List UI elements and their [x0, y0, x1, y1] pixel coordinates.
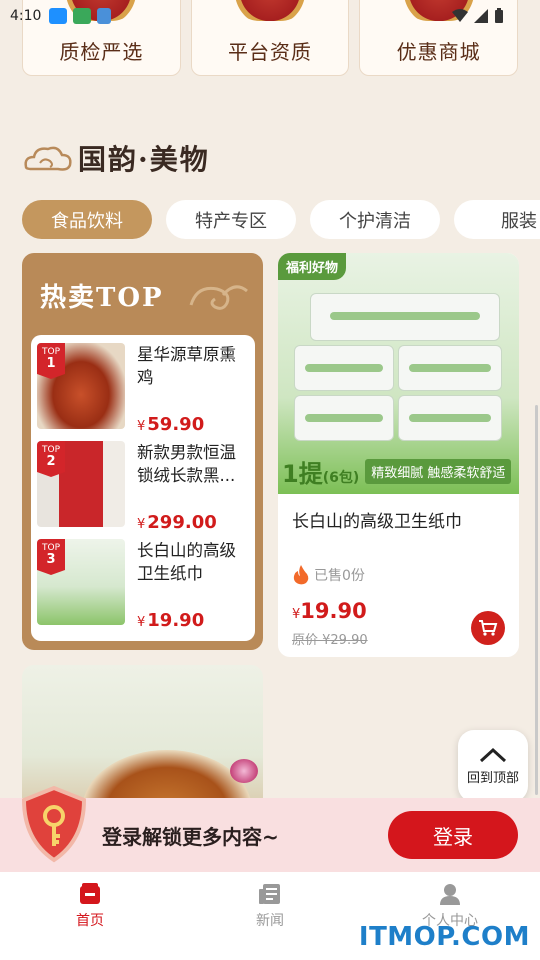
back-to-top-label: 回到顶部 [466, 770, 519, 786]
login-banner: 登录解锁更多内容~ 登录 [0, 785, 540, 872]
news-icon [259, 884, 280, 904]
battery-icon [495, 8, 503, 23]
hot-item-price: ¥299.00 [137, 512, 249, 533]
price-value: 19.90 [300, 599, 367, 623]
nav-label: 新闻 [256, 913, 284, 929]
feature-label: 平台资质 [228, 40, 312, 64]
rank-badge: TOP 2 [37, 441, 65, 477]
shield-key-icon [21, 785, 87, 863]
home-icon [80, 883, 100, 904]
hot-item-info: 长白山的高级卫生纸巾 ¥19.90 [125, 539, 255, 635]
sold-count: 已售0份 [292, 565, 365, 585]
section-header: 国韵·美物 [22, 138, 210, 178]
product-thumbnail: TOP 2 [37, 441, 125, 527]
currency-symbol: ¥ [137, 419, 146, 434]
tab-food-drinks[interactable]: 食品饮料 [22, 200, 152, 239]
hot-item[interactable]: TOP 3 长白山的高级卫生纸巾 ¥19.90 [31, 537, 255, 635]
price-value: 299.00 [147, 512, 217, 533]
signal-icon [474, 9, 488, 23]
price-value: 59.90 [147, 414, 205, 435]
currency-symbol: ¥ [137, 517, 146, 532]
product-card[interactable]: 福利好物 1提(6包) 精致细腻 触感柔软舒适 长白山的高级卫生纸巾 已售0份 … [278, 253, 519, 657]
user-icon [440, 884, 460, 905]
app-notification-icon [73, 8, 92, 24]
hot-item-name: 新款男款恒温锁绒长款黑... [137, 443, 236, 485]
login-prompt: 登录解锁更多内容~ [102, 824, 279, 849]
scrollbar[interactable] [535, 405, 538, 795]
product-banner: 1提(6包) 精致细腻 触感柔软舒适 [278, 448, 519, 494]
fire-icon [293, 565, 309, 585]
chevron-up-icon [479, 747, 507, 762]
hot-item-info: 星华源草原熏鸡 ¥59.90 [125, 343, 255, 439]
banner-quantity: 1提(6包) [278, 454, 359, 489]
nav-label: 首页 [76, 913, 104, 929]
tab-personal-care[interactable]: 个护清洁 [310, 200, 440, 239]
auspicious-cloud-icon [24, 146, 72, 171]
section-title: 国韵·美物 [78, 143, 210, 176]
banner-main-text: 1提 [282, 459, 323, 488]
add-to-cart-button[interactable] [471, 611, 505, 645]
site-watermark: ITMOP.COM [358, 922, 530, 952]
feature-label: 质检严选 [59, 40, 144, 64]
nav-home[interactable]: 首页 [0, 872, 180, 960]
app-notification-icon [97, 8, 112, 24]
status-time: 4:10 [10, 8, 42, 24]
sold-text: 已售0份 [314, 568, 365, 584]
tab-clothing[interactable]: 服装 [454, 200, 540, 239]
back-to-top-button[interactable]: 回到顶部 [458, 730, 528, 802]
login-button[interactable]: 登录 [388, 811, 518, 859]
hot-item[interactable]: TOP 1 星华源草原熏鸡 ¥59.90 [31, 341, 255, 439]
welfare-tag: 福利好物 [278, 253, 347, 280]
status-bar: 4:10 [0, 0, 540, 32]
hot-item-price: ¥59.90 [137, 414, 249, 435]
hot-item-name: 长白山的高级卫生纸巾 [137, 541, 236, 583]
hot-item-price: ¥19.90 [137, 610, 249, 631]
feature-label: 优惠商城 [396, 40, 481, 64]
hot-item-name: 星华源草原熏鸡 [137, 345, 236, 387]
product-name: 长白山的高级卫生纸巾 [292, 512, 462, 532]
hot-top-list: TOP 1 星华源草原熏鸡 ¥59.90 TOP 2 新款男款恒温锁绒长款黑... … [31, 335, 255, 641]
wifi-icon [452, 9, 468, 22]
download-icon [49, 8, 68, 24]
swirl-pattern-icon [189, 285, 248, 310]
nav-news[interactable]: 新闻 [180, 872, 360, 960]
tab-specialty[interactable]: 特产专区 [166, 200, 296, 239]
rank-number: 3 [46, 552, 56, 567]
tissue-pack-image [290, 293, 506, 443]
product-price: ¥19.90 [292, 599, 367, 623]
hot-top-title: 热卖TOP [40, 283, 164, 313]
hot-item[interactable]: TOP 2 新款男款恒温锁绒长款黑... ¥299.00 [31, 439, 255, 537]
flower-decoration [230, 759, 258, 783]
banner-pack-text: (6包) [322, 469, 360, 486]
cart-icon [479, 620, 498, 636]
price-value: 19.90 [147, 610, 205, 631]
hot-top-card: 热卖TOP TOP 1 星华源草原熏鸡 ¥59.90 TOP 2 新款男款恒温锁绒长… [22, 253, 263, 650]
rank-badge: TOP 3 [37, 539, 65, 575]
product-thumbnail: TOP 3 [37, 539, 125, 625]
category-tabs: 食品饮料 特产专区 个护清洁 服装 [22, 200, 540, 239]
hot-item-info: 新款男款恒温锁绒长款黑... ¥299.00 [125, 441, 255, 537]
product-thumbnail: TOP 1 [37, 343, 125, 429]
rank-badge: TOP 1 [37, 343, 65, 379]
rank-number: 1 [46, 356, 56, 371]
product-image: 福利好物 1提(6包) 精致细腻 触感柔软舒适 [278, 253, 519, 494]
original-price: 原价 ¥29.90 [292, 633, 368, 648]
banner-slogan: 精致细腻 触感柔软舒适 [365, 458, 512, 484]
rank-number: 2 [46, 454, 56, 469]
currency-symbol: ¥ [137, 615, 146, 630]
